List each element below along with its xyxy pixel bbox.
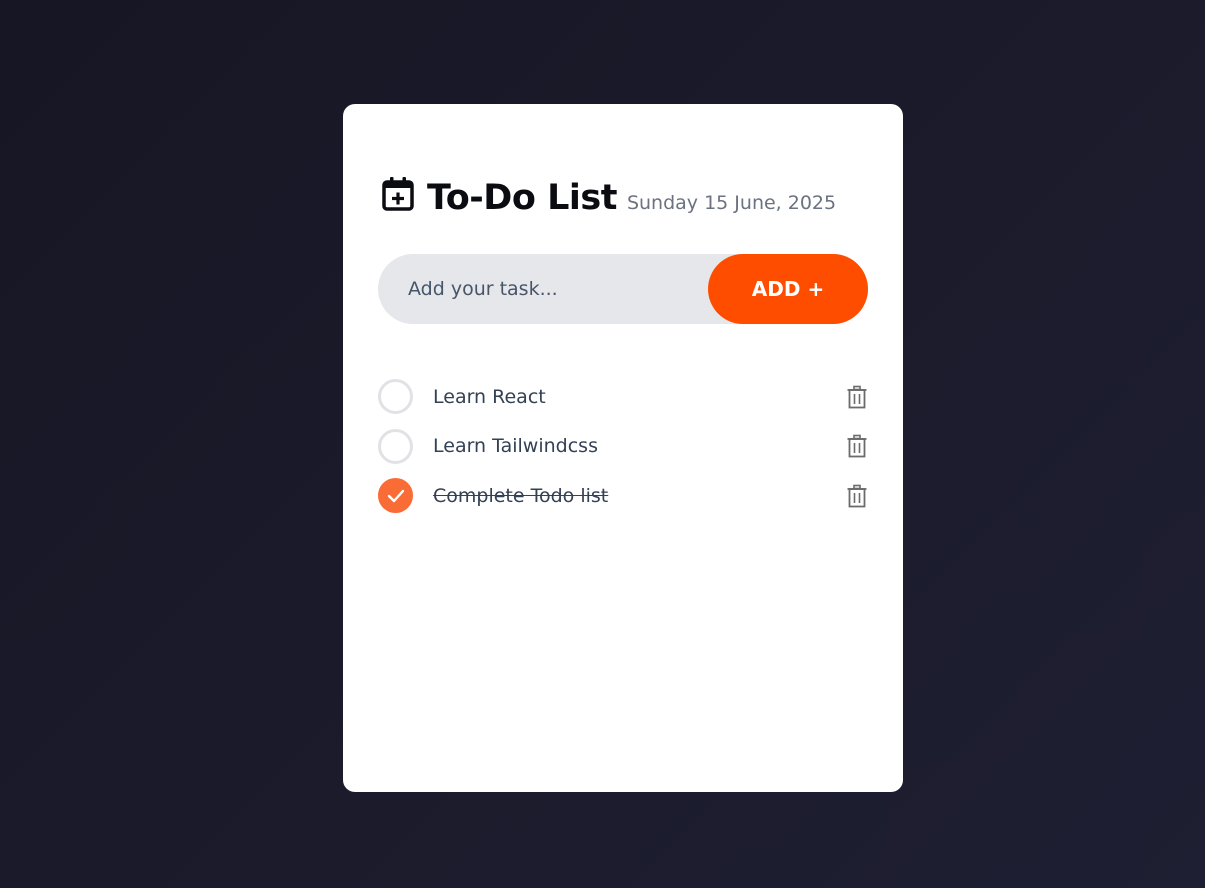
task-label: Complete Todo list [433,484,609,507]
task-item: Complete Todo list [378,471,868,521]
task-checkbox[interactable] [378,379,413,415]
trash-icon[interactable] [846,484,868,508]
trash-icon[interactable] [846,434,868,458]
trash-icon[interactable] [846,385,868,409]
calendar-plus-icon [381,176,415,212]
task-item: Learn Tailwindcss [378,422,868,472]
task-input-row: ADD + [378,254,868,324]
task-checkbox[interactable] [378,428,413,464]
current-date: Sunday 15 June, 2025 [626,192,837,214]
task-checkbox-checked[interactable] [378,478,413,514]
task-label: Learn Tailwindcss [433,435,598,458]
task-input[interactable] [378,254,698,324]
task-label: Learn React [433,385,546,408]
page-title: To-Do List [427,178,617,218]
todo-card: To-Do List Sunday 15 June, 2025 ADD + Le… [343,104,903,792]
checkmark-icon [387,489,404,502]
task-list: Learn React Learn Tailwindcss Complete Tod… [378,372,868,521]
todo-header: To-Do List Sunday 15 June, 2025 [381,176,837,218]
add-task-button[interactable]: ADD + [708,254,868,324]
task-item: Learn React [378,372,868,422]
